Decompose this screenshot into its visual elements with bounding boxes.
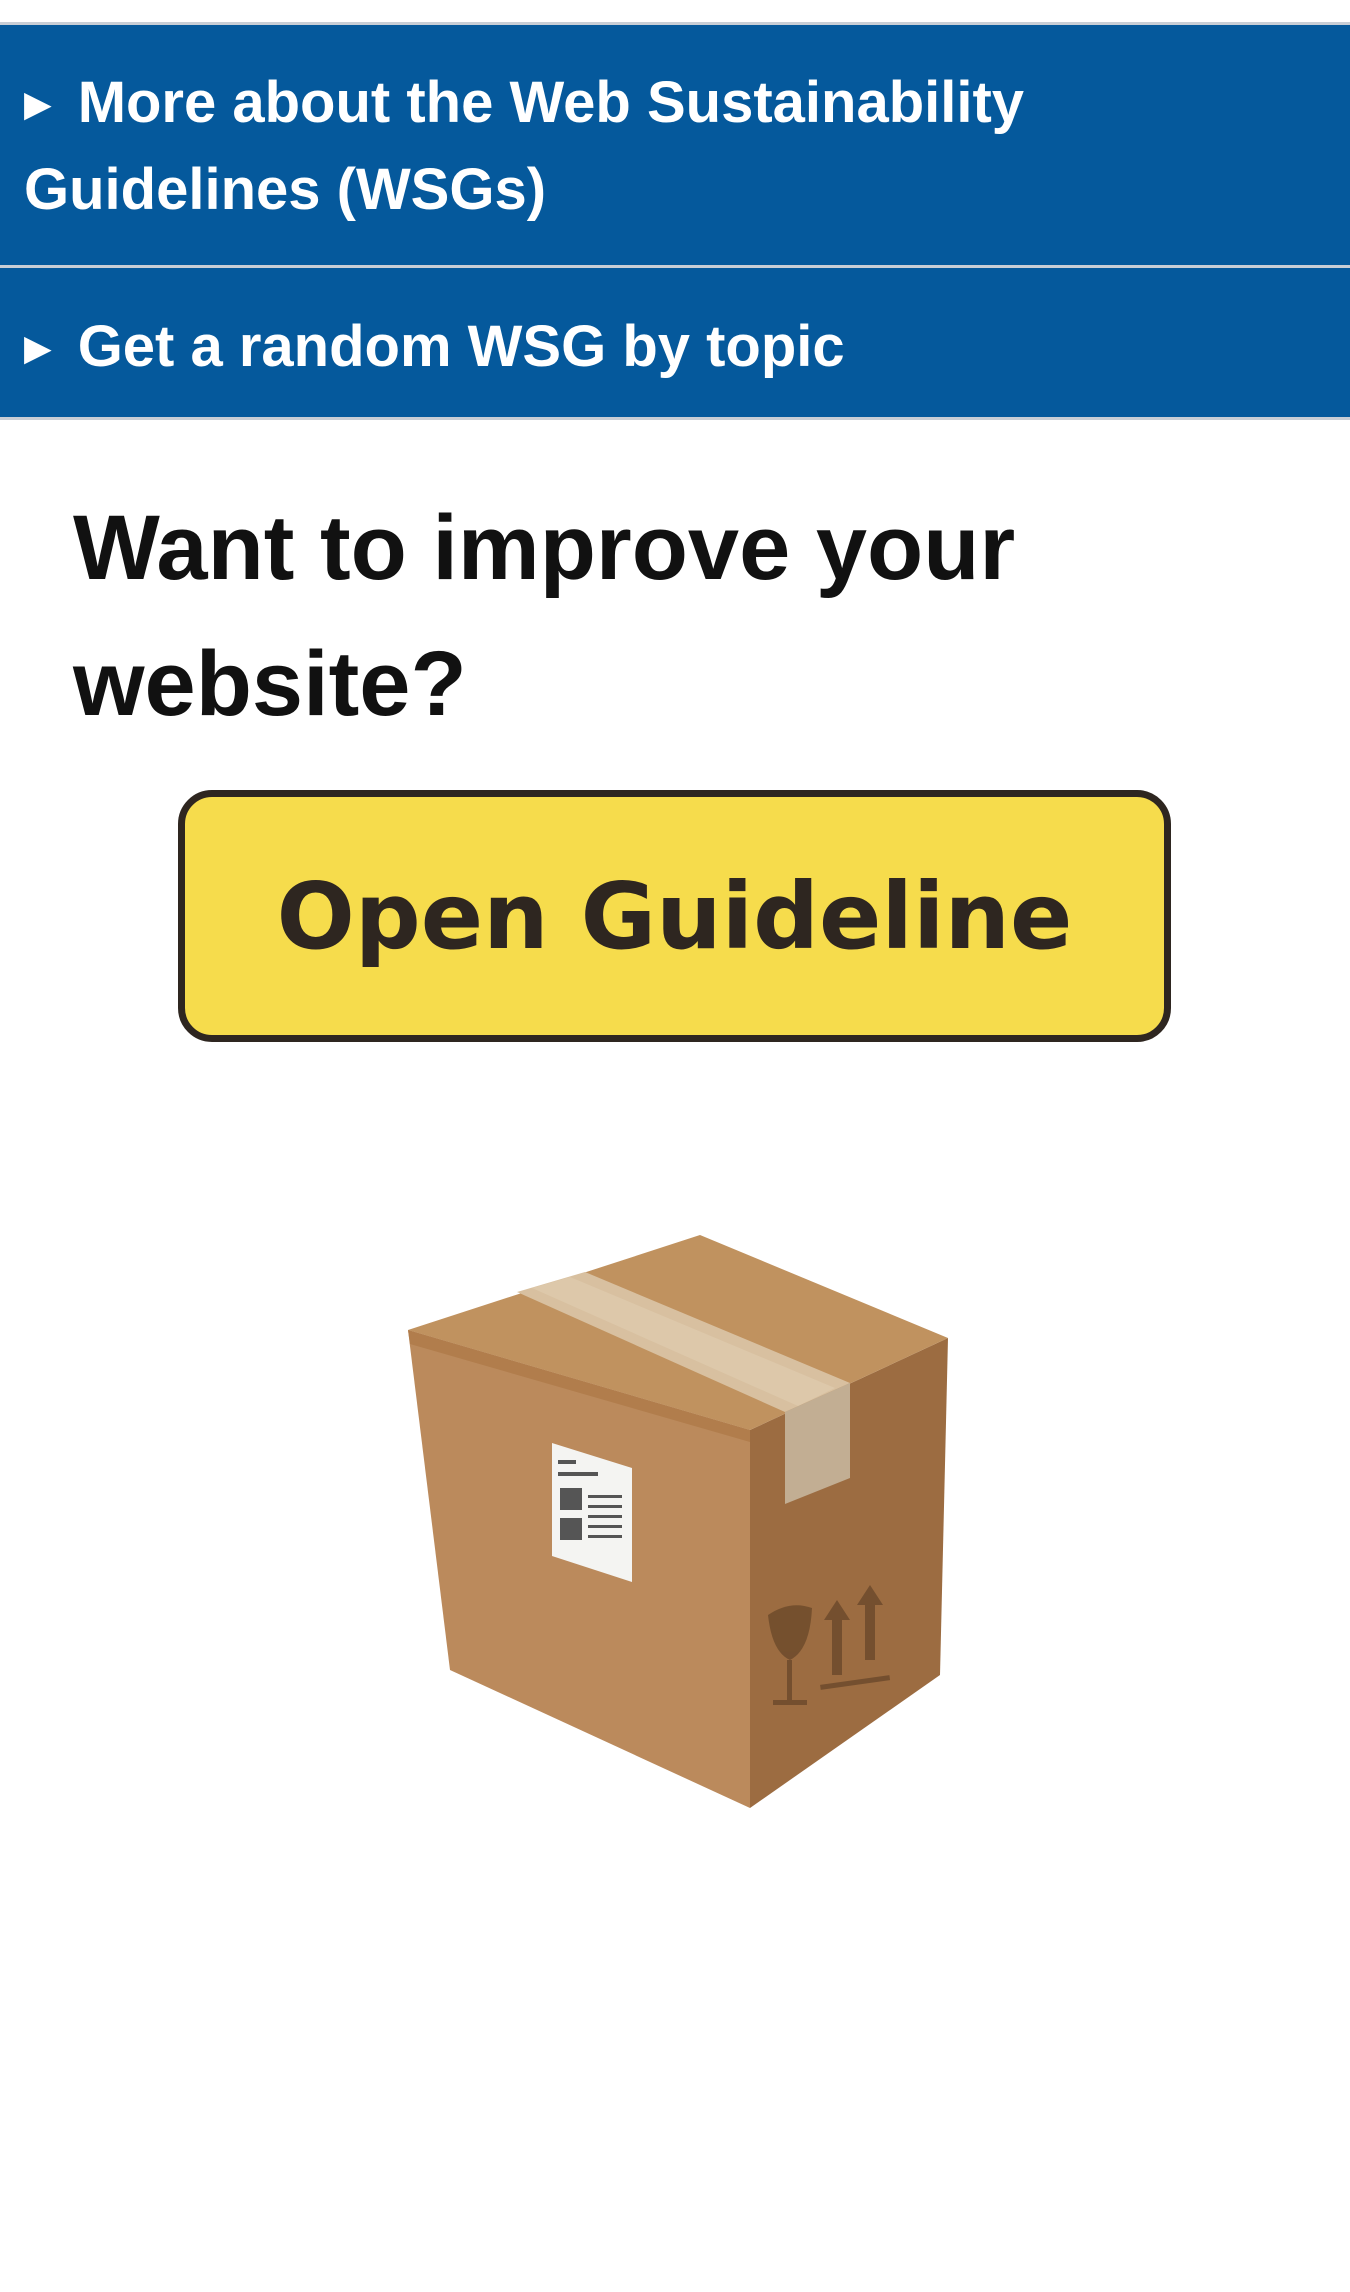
accordion-label: More about the Web Sustainability Guidel… (24, 70, 1025, 222)
accordion-wsg-info[interactable]: ▶ More about the Web Sustainability Guide… (0, 25, 1350, 268)
open-guideline-button[interactable]: Open Guideline (178, 790, 1171, 1042)
accordion-summary[interactable]: ▶ More about the Web Sustainability Guide… (24, 60, 1310, 233)
page-heading: Want to improve your website? (73, 497, 1016, 735)
package-box-illustration (408, 1235, 948, 1808)
disclosure-triangle-icon: ▶ (24, 83, 52, 124)
package-box-icon (380, 1220, 980, 1840)
accordion-random-wsg[interactable]: ▶ Get a random WSG by topic (0, 268, 1350, 420)
disclosure-triangle-icon: ▶ (24, 327, 52, 368)
accordion-label: Get a random WSG by topic (77, 314, 845, 379)
accordion-summary[interactable]: ▶ Get a random WSG by topic (24, 304, 1310, 391)
page: ▶ More about the Web Sustainability Guide… (0, 0, 1350, 2292)
